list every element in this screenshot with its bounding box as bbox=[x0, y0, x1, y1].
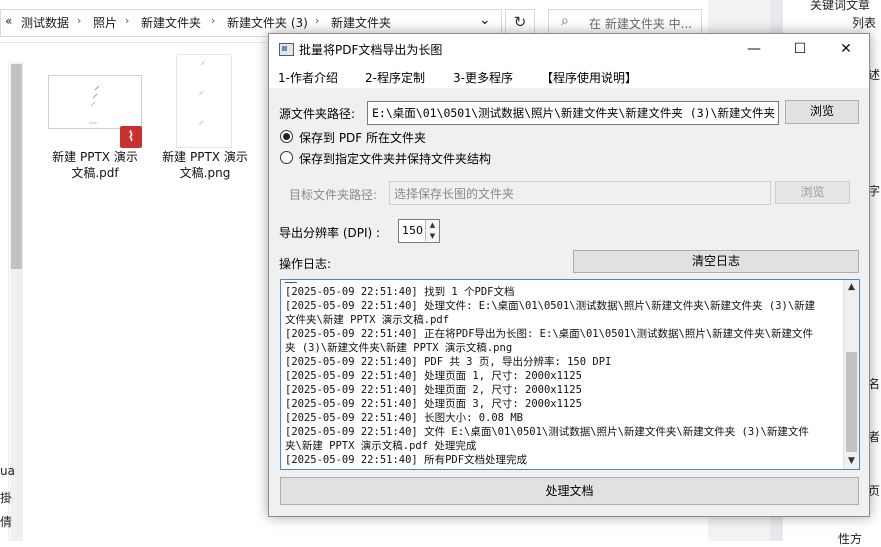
chevron-down-icon[interactable]: ⌄ bbox=[479, 12, 491, 28]
menu-author-intro[interactable]: 1-作者介绍 bbox=[278, 69, 338, 86]
source-folder-value: E:\桌面\01\0501\测试数据\照片\新建文件夹\新建文件夹 (3)\新建… bbox=[372, 106, 775, 120]
target-browse-button[interactable]: 浏览 bbox=[775, 181, 850, 204]
log-label: 操作日志: bbox=[279, 257, 332, 271]
breadcrumb-sep-icon: › bbox=[315, 14, 320, 27]
maximize-icon[interactable]: ☐ bbox=[777, 37, 823, 61]
target-folder-placeholder: 选择保存长图的文件夹 bbox=[394, 187, 515, 201]
breadcrumb-sep-icon: › bbox=[125, 14, 130, 27]
log-line: [2025-05-09 22:51:40] 处理文件: E:\桌面\01\050… bbox=[285, 300, 816, 312]
slide-preview-icon bbox=[89, 85, 100, 124]
navpane-fragment: ua bbox=[0, 464, 15, 478]
navpane-fragment: 倩 bbox=[0, 515, 13, 529]
log-line: [2025-05-09 22:51:40] 处理页面 3, 尺寸: 2000x1… bbox=[285, 398, 582, 410]
search-placeholder: 在 新建文件夹 中... bbox=[589, 17, 693, 31]
breadcrumb-item-new-folder-3[interactable]: 新建文件夹 (3) bbox=[227, 14, 308, 31]
app-icon bbox=[279, 43, 294, 56]
window-title: 批量将PDF文档导出为长图 bbox=[299, 43, 443, 57]
process-documents-button[interactable]: 处理文档 bbox=[280, 477, 859, 505]
log-line: [2025-05-09 22:51:40] 所有PDF文档处理完成 bbox=[285, 454, 528, 466]
file-name-line: 文稿.pdf bbox=[71, 166, 119, 180]
menu-more-programs[interactable]: 3-更多程序 bbox=[453, 69, 513, 86]
pdf-to-long-image-dialog: 批量将PDF文档导出为长图 — ☐ ✕ 1-作者介绍 2-程序定制 3-更多程序… bbox=[268, 33, 870, 517]
title-bar[interactable]: 批量将PDF文档导出为长图 — ☐ ✕ bbox=[269, 34, 869, 64]
log-line: 夹\新建 PPTX 演示文稿.pdf 处理完成 bbox=[285, 440, 477, 452]
back-chevron-icon[interactable]: « bbox=[5, 14, 12, 28]
log-line: 文件夹\新建 PPTX 演示文稿.pdf bbox=[285, 314, 450, 326]
log-line: [2025-05-09 22:51:40] 文件 E:\桌面\01\0501\测… bbox=[285, 426, 809, 438]
menu-custom-program[interactable]: 2-程序定制 bbox=[365, 69, 425, 86]
dpi-label: 导出分辨率 (DPI) : bbox=[279, 226, 381, 240]
breadcrumb-item-new-folder[interactable]: 新建文件夹 bbox=[141, 14, 201, 31]
breadcrumb-item-current[interactable]: 新建文件夹 bbox=[331, 14, 391, 31]
background-text: 性方 bbox=[838, 532, 863, 546]
log-clipped-line bbox=[285, 280, 297, 283]
target-folder-input[interactable]: 选择保存长图的文件夹 bbox=[389, 181, 771, 205]
breadcrumb-sep-icon: › bbox=[211, 14, 216, 27]
background-text: 列表 bbox=[852, 16, 877, 30]
file-item-png[interactable]: 新建 PPTX 演示 文稿.png bbox=[155, 149, 255, 181]
breadcrumb-item-test-data[interactable]: 测试数据 bbox=[21, 14, 69, 31]
source-browse-button[interactable]: 浏览 bbox=[785, 100, 859, 124]
radio-save-to-pdf-folder[interactable] bbox=[280, 130, 293, 143]
breadcrumb-sep-icon: › bbox=[77, 14, 82, 27]
scroll-down-icon[interactable]: ▼ bbox=[844, 454, 859, 469]
scroll-up-icon[interactable]: ▲ bbox=[844, 280, 859, 295]
minimize-icon[interactable]: — bbox=[731, 37, 777, 61]
log-scrollbar[interactable]: ▲ ▼ bbox=[843, 280, 859, 469]
radio-save-to-pdf-folder-label[interactable]: 保存到 PDF 所在文件夹 bbox=[299, 129, 426, 146]
log-line: [2025-05-09 22:51:40] 找到 1 个PDF文档 bbox=[285, 286, 515, 298]
dpi-spinbox[interactable]: 150 ▲ ▼ bbox=[398, 219, 440, 243]
log-line: 夹 (3)\新建文件夹\新建 PPTX 演示文稿.png bbox=[285, 342, 513, 354]
source-folder-label: 源文件夹路径: bbox=[279, 107, 356, 121]
source-folder-input[interactable]: E:\桌面\01\0501\测试数据\照片\新建文件夹\新建文件夹 (3)\新建… bbox=[367, 101, 779, 125]
background-text: 关键词文章 bbox=[810, 0, 871, 12]
log-line: [2025-05-09 22:51:40] 处理页面 2, 尺寸: 2000x1… bbox=[285, 384, 582, 396]
spin-down-icon[interactable]: ▼ bbox=[425, 231, 439, 241]
scrollbar-thumb[interactable] bbox=[11, 64, 22, 269]
pdf-file-icon: ⌇ bbox=[120, 126, 142, 148]
log-textarea[interactable]: [2025-05-09 22:51:40] 找到 1 个PDF文档 [2025-… bbox=[280, 279, 860, 470]
target-folder-label: 目标文件夹路径: bbox=[289, 188, 378, 202]
file-name-line: 新建 PPTX 演示 bbox=[52, 150, 138, 164]
file-thumbnail-pdf[interactable] bbox=[48, 75, 142, 129]
file-name-line: 文稿.png bbox=[179, 166, 231, 180]
file-thumbnail-png[interactable] bbox=[176, 54, 232, 148]
menu-usage-guide[interactable]: 【程序使用说明】 bbox=[541, 69, 637, 86]
log-line: [2025-05-09 22:51:40] 正在将PDF导出为长图: E:\桌面… bbox=[285, 328, 814, 340]
dpi-value: 150 bbox=[402, 224, 423, 237]
file-item-pdf[interactable]: 新建 PPTX 演示 文稿.pdf bbox=[45, 149, 145, 181]
radio-save-to-target-folder-label[interactable]: 保存到指定文件夹并保持文件夹结构 bbox=[299, 150, 491, 167]
long-image-preview-icon bbox=[198, 60, 206, 126]
close-icon[interactable]: ✕ bbox=[823, 37, 869, 61]
log-line: [2025-05-09 22:51:40] PDF 共 3 页, 导出分辨率: … bbox=[285, 356, 612, 368]
navpane-fragment: 掛 bbox=[0, 491, 13, 505]
log-line: [2025-05-09 22:51:40] 处理页面 1, 尺寸: 2000x1… bbox=[285, 370, 582, 382]
spin-up-icon[interactable]: ▲ bbox=[425, 220, 439, 230]
clear-log-button[interactable]: 清空日志 bbox=[573, 250, 859, 273]
scrollbar-thumb[interactable] bbox=[846, 352, 857, 452]
log-line: [2025-05-09 22:51:40] 长图大小: 0.08 MB bbox=[285, 412, 523, 424]
search-icon: ⌕ bbox=[561, 13, 569, 29]
menu-bar: 1-作者介绍 2-程序定制 3-更多程序 【程序使用说明】 bbox=[269, 64, 869, 88]
radio-save-to-target-folder[interactable] bbox=[280, 151, 293, 164]
file-name-line: 新建 PPTX 演示 bbox=[162, 150, 248, 164]
breadcrumb-item-photos[interactable]: 照片 bbox=[93, 14, 117, 31]
